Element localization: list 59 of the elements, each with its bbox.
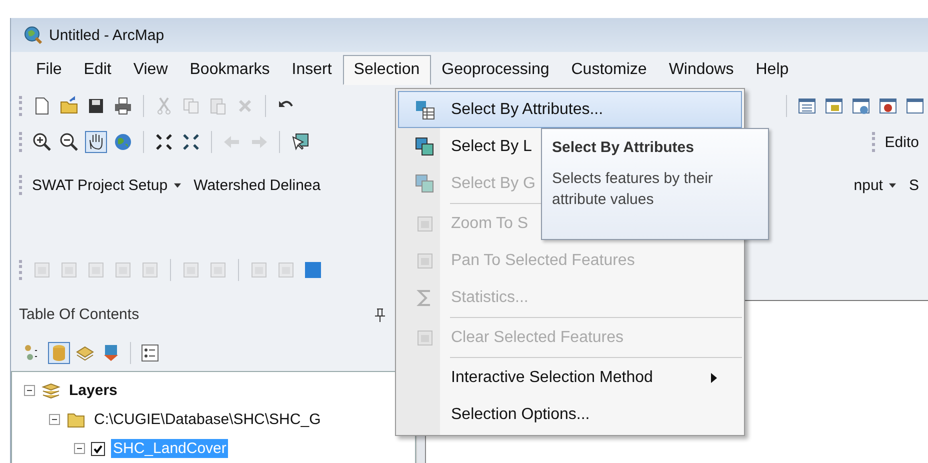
menu-item[interactable]: Selection [342,55,431,85]
expander-icon[interactable] [24,385,35,396]
squares-icon [415,174,435,194]
frame-icon [415,328,435,348]
window-icon[interactable] [878,96,898,116]
menu-item[interactable]: Help [744,55,800,85]
menu-item[interactable]: Bookmarks [178,55,281,85]
database-icon[interactable] [49,342,69,363]
menu-item[interactable]: File [25,55,73,85]
window-icon[interactable] [851,96,871,116]
menu-item[interactable]: View [122,55,179,85]
submenu-arrow-icon [711,372,717,382]
printer-icon[interactable] [113,96,133,116]
expander-icon[interactable] [49,414,60,425]
toolbar-dropdown[interactable]: SWAT Project Setup [32,176,181,194]
tree-item[interactable]: C:\CUGIE\Database\SHC\SHC_G [92,410,323,429]
tooltip-text: Selects features by their attribute values [552,169,714,210]
table-icon [415,100,435,120]
toolbar-dropdown[interactable]: Watershed Delinea [194,176,321,194]
frame-icon [415,250,435,270]
folder-icon[interactable] [59,96,79,116]
window-title: Untitled - ArcMap [49,26,164,44]
window-icon[interactable] [824,96,844,116]
tree-item[interactable]: Layers [67,381,120,400]
caret-icon [174,182,181,188]
arrows-out-icon[interactable] [181,132,201,152]
window-icon[interactable] [905,96,925,116]
toolbar-dropdown[interactable]: S [908,176,919,194]
globe-icon [23,25,43,45]
options-list-icon[interactable] [140,342,160,363]
table-icon[interactable] [797,96,817,116]
menu-item[interactable]: Select By L [398,128,535,165]
expander-icon[interactable] [74,443,85,454]
menu-item[interactable]: Windows [658,55,745,85]
menu-item[interactable]: Selection Options... [398,396,593,433]
menu-item[interactable]: Select By Attributes... [398,91,742,128]
frame-icon [415,214,435,234]
layers-icon [41,380,61,400]
menu-item[interactable]: Edit [72,55,122,85]
layer-checkbox[interactable] [91,442,105,456]
pin-icon[interactable] [374,308,386,322]
caret-icon [888,182,896,188]
square-icon[interactable] [303,260,323,280]
hand-icon[interactable] [86,132,106,152]
toolbar-dropdown[interactable]: nput [854,176,896,194]
panel-title: Table Of Contents [19,306,140,324]
toolbar-label[interactable]: Edito [884,134,919,150]
menu-item[interactable]: Geoprocessing [430,55,560,85]
squares-icon [415,136,435,156]
menu-item[interactable]: Insert [280,55,343,85]
zoom-in-icon[interactable] [32,132,52,152]
zoom-out-icon[interactable] [59,132,79,152]
arrows-in-icon[interactable] [154,132,174,152]
clipboard-icon[interactable] [208,96,228,116]
tooltip-title: Select By Attributes [552,139,695,156]
globe-icon[interactable] [113,132,133,152]
menu-item[interactable]: Customize [560,55,658,85]
select-arrow-icon[interactable] [290,132,310,152]
menu-item[interactable]: Interactive Selection Method [398,359,742,396]
